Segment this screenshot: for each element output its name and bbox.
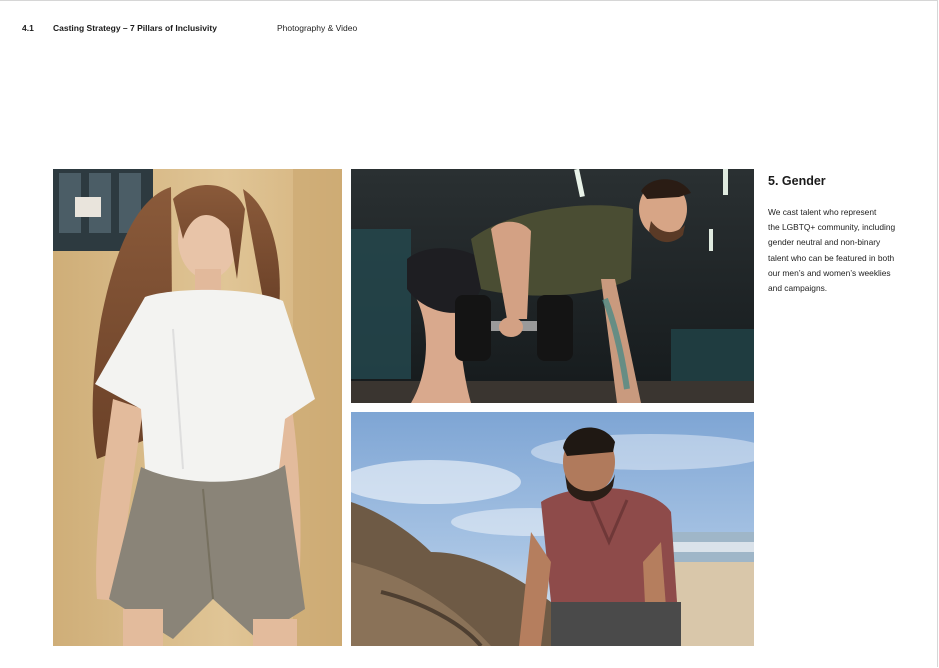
pillar-description-line: talent who can be featured in both xyxy=(768,252,895,263)
photo-woman-white-tee xyxy=(53,169,342,646)
section-category: Photography & Video xyxy=(277,23,358,33)
pillar-description-line: gender neutral and non-binary xyxy=(768,237,881,248)
section-number: 4.1 xyxy=(22,23,34,33)
pillar-description-line: and campaigns. xyxy=(768,283,828,294)
photo-man-beach-smiling xyxy=(351,412,754,646)
section-title: Casting Strategy – 7 Pillars of Inclusiv… xyxy=(53,23,217,33)
photo-man-dumbbell-row xyxy=(351,169,754,403)
pillar-heading: 5. Gender xyxy=(768,174,826,188)
pillar-description-line: our men’s and women’s weeklies xyxy=(768,267,891,278)
pillar-description: We cast talent who represent the LGBTQ+ … xyxy=(768,205,918,296)
pillar-description-line: We cast talent who represent xyxy=(768,207,877,217)
pillar-description-line: the LGBTQ+ community, including xyxy=(768,222,896,233)
